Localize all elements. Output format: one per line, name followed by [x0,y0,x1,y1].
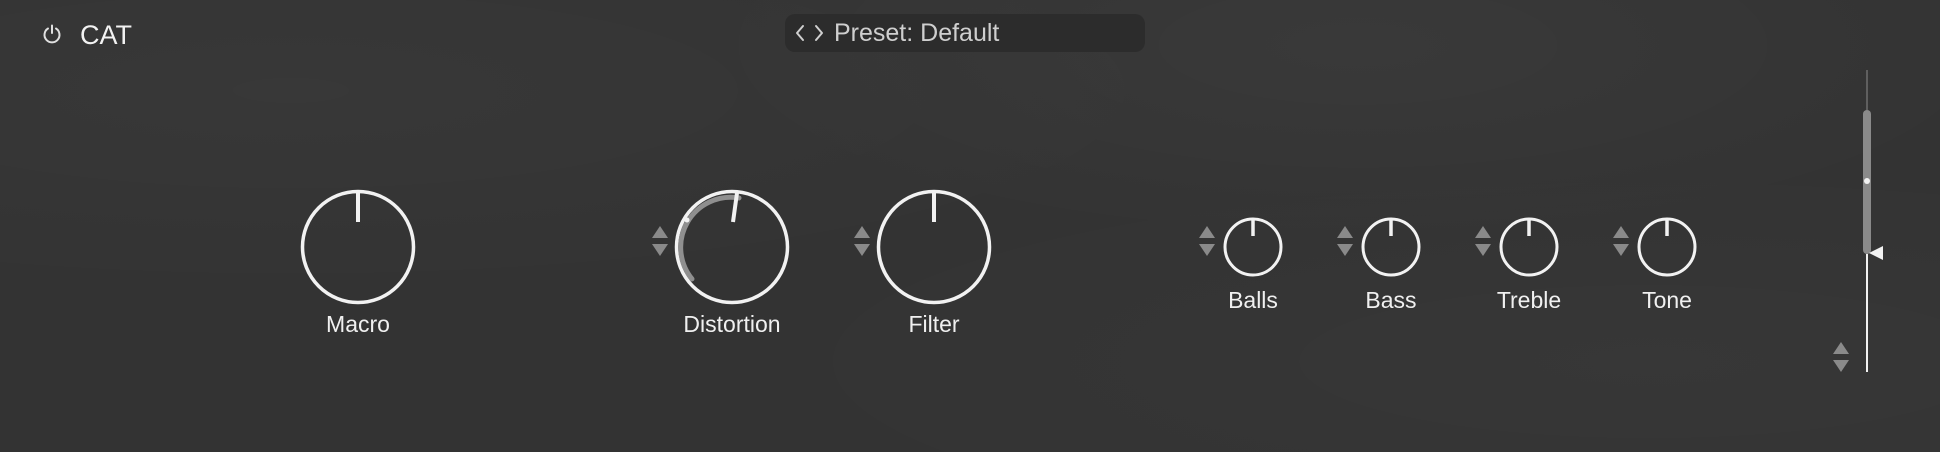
triangle-down-icon[interactable] [1475,244,1491,256]
output-fader[interactable] [1850,66,1890,376]
plugin-name: CAT [80,20,132,50]
chevron-right-icon [815,25,823,41]
macro-knob[interactable] [298,187,418,307]
bass-stepper[interactable] [1336,226,1354,256]
balls-label: Balls [1228,287,1278,313]
tone-label: Tone [1642,287,1692,313]
triangle-up-icon[interactable] [652,226,668,238]
macro-label: Macro [326,311,390,337]
triangle-down-icon[interactable] [1199,244,1215,256]
power-icon [43,24,61,44]
treble-label: Treble [1496,287,1562,313]
balls-knob[interactable] [1222,216,1284,278]
triangle-up-icon[interactable] [854,226,870,238]
distortion-label: Distortion [683,311,781,337]
filter-stepper[interactable] [853,226,871,256]
triangle-up-icon[interactable] [1613,226,1629,238]
tone-knob[interactable] [1636,216,1698,278]
bass-label: Bass [1365,287,1417,313]
preset-name[interactable]: Preset: Default [834,14,999,52]
fader-handle[interactable] [1869,246,1883,260]
treble-knob[interactable] [1498,216,1560,278]
plugin-window: CAT Preset: Default Macro Distortion Fil [0,0,1940,452]
treble-stepper[interactable] [1474,226,1492,256]
power-button[interactable] [38,20,66,48]
output-stepper[interactable] [1832,342,1850,372]
preset-prev-button[interactable] [791,14,809,52]
tone-stepper[interactable] [1612,226,1630,256]
triangle-down-icon[interactable] [1613,244,1629,256]
bass-knob[interactable] [1360,216,1422,278]
triangle-down-icon[interactable] [854,244,870,256]
chevron-left-icon [796,25,804,41]
triangle-up-icon[interactable] [1833,342,1849,354]
distortion-knob-marker [684,217,690,223]
preset-next-button[interactable] [810,14,828,52]
balls-stepper[interactable] [1198,226,1216,256]
distortion-knob[interactable] [672,187,792,307]
distortion-stepper[interactable] [651,226,669,256]
triangle-up-icon[interactable] [1199,226,1215,238]
triangle-down-icon[interactable] [1833,360,1849,372]
triangle-down-icon[interactable] [1337,244,1353,256]
triangle-up-icon[interactable] [1337,226,1353,238]
filter-label: Filter [908,311,960,337]
triangle-down-icon[interactable] [652,244,668,256]
triangle-up-icon[interactable] [1475,226,1491,238]
meter-peak-dot [1864,178,1870,184]
filter-knob[interactable] [874,187,994,307]
